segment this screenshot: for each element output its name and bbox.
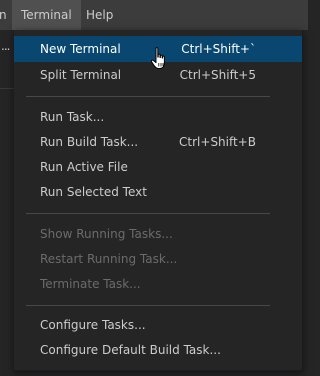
menu-separator xyxy=(26,96,270,97)
menu-separator xyxy=(26,305,270,306)
menubar-item-previous[interactable]: n xyxy=(0,0,10,30)
menubar: n Terminal Help xyxy=(0,0,308,30)
menu-item-label: Run Task... xyxy=(40,110,105,124)
menu-item-label: Configure Tasks... xyxy=(40,318,146,332)
menu-item-label: Run Build Task... xyxy=(40,135,139,149)
menu-item-configure-default-build-task[interactable]: Configure Default Build Task... xyxy=(14,337,302,363)
menu-item-terminate-task: Terminate Task... xyxy=(14,271,302,297)
menu-item-label: New Terminal xyxy=(40,42,121,56)
menu-item-label: Run Selected Text xyxy=(40,185,147,199)
menu-item-run-task[interactable]: Run Task... xyxy=(14,104,302,130)
menu-item-shortcut: Ctrl+Shift+` xyxy=(181,42,256,56)
menu-item-restart-running-task: Restart Running Task... xyxy=(14,246,302,272)
menu-item-configure-tasks[interactable]: Configure Tasks... xyxy=(14,312,302,338)
hand-pointer-icon xyxy=(150,47,165,69)
menu-item-label: Run Active File xyxy=(40,160,128,174)
menu-item-shortcut: Ctrl+Shift+B xyxy=(179,135,256,149)
menu-item-run-active-file[interactable]: Run Active File xyxy=(14,154,302,180)
menu-item-label: Show Running Tasks... xyxy=(40,227,173,241)
menu-item-shortcut: Ctrl+Shift+5 xyxy=(179,68,256,82)
menu-item-label: Split Terminal xyxy=(40,68,122,82)
menubar-item-terminal[interactable]: Terminal xyxy=(12,0,81,30)
menu-separator xyxy=(26,213,270,214)
menu-item-label: Terminate Task... xyxy=(40,277,141,291)
menu-item-label: Configure Default Build Task... xyxy=(40,343,221,357)
menu-item-run-build-task[interactable]: Run Build Task... Ctrl+Shift+B xyxy=(14,129,302,155)
terminal-menu-dropdown: New Terminal Ctrl+Shift+` Split Terminal… xyxy=(14,30,303,371)
menubar-item-help[interactable]: Help xyxy=(86,0,119,30)
menu-item-run-selected-text[interactable]: Run Selected Text xyxy=(14,179,302,205)
menu-item-show-running-tasks: Show Running Tasks... xyxy=(14,221,302,247)
editor-edge: ... xyxy=(0,30,14,376)
editor-divider xyxy=(0,88,14,89)
menu-item-label: Restart Running Task... xyxy=(40,252,178,266)
more-actions-icon[interactable]: ... xyxy=(1,39,11,53)
